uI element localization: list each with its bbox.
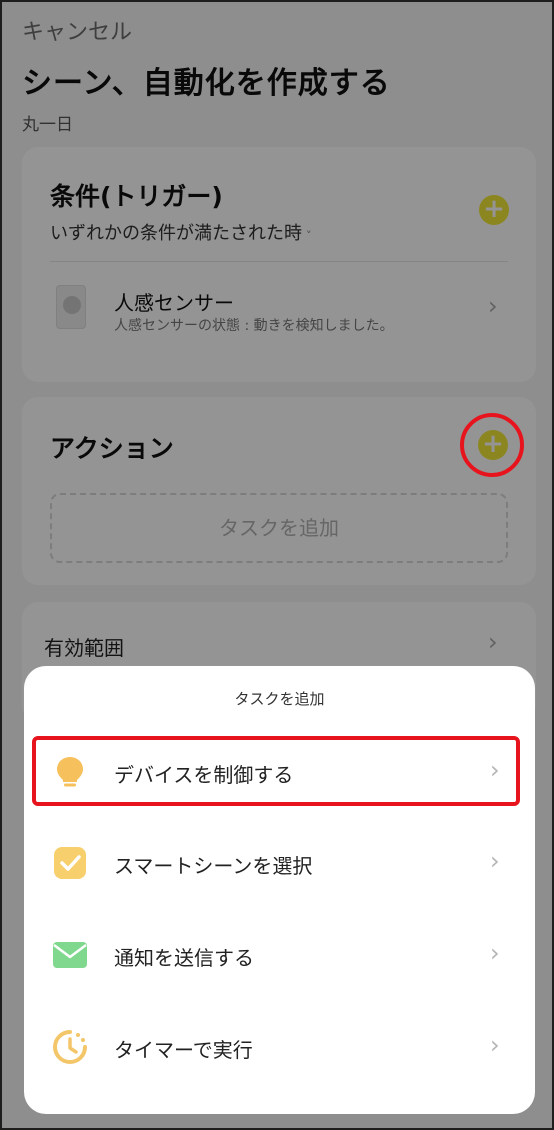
option-label: タイマーで実行 xyxy=(114,1038,253,1062)
option-send-notification[interactable]: 通知を送信する › xyxy=(24,917,535,997)
add-task-sheet: タスクを追加 デバイスを制御する › スマートシーンを選択 › 通知を送信する xyxy=(24,666,535,1114)
chevron-right-icon: › xyxy=(490,939,500,967)
clock-icon xyxy=(53,1030,87,1064)
option-label: 通知を送信する xyxy=(114,946,254,970)
highlight-circle xyxy=(460,413,524,477)
chevron-right-icon: › xyxy=(490,847,500,875)
checkbox-icon xyxy=(54,847,86,879)
chevron-right-icon: › xyxy=(490,1031,500,1059)
option-label: スマートシーンを選択 xyxy=(114,854,313,878)
option-control-device[interactable]: デバイスを制御する › xyxy=(24,734,535,814)
sheet-title: タスクを追加 xyxy=(234,690,325,708)
app-screen: キャンセル シーン、自動化を作成する 丸一日 条件(トリガー) いずれかの条件が… xyxy=(0,0,554,1130)
option-select-scene[interactable]: スマートシーンを選択 › xyxy=(24,825,535,905)
option-timer[interactable]: タイマーで実行 › xyxy=(24,1009,535,1089)
highlight-rectangle xyxy=(32,736,520,806)
envelope-icon xyxy=(53,942,87,968)
